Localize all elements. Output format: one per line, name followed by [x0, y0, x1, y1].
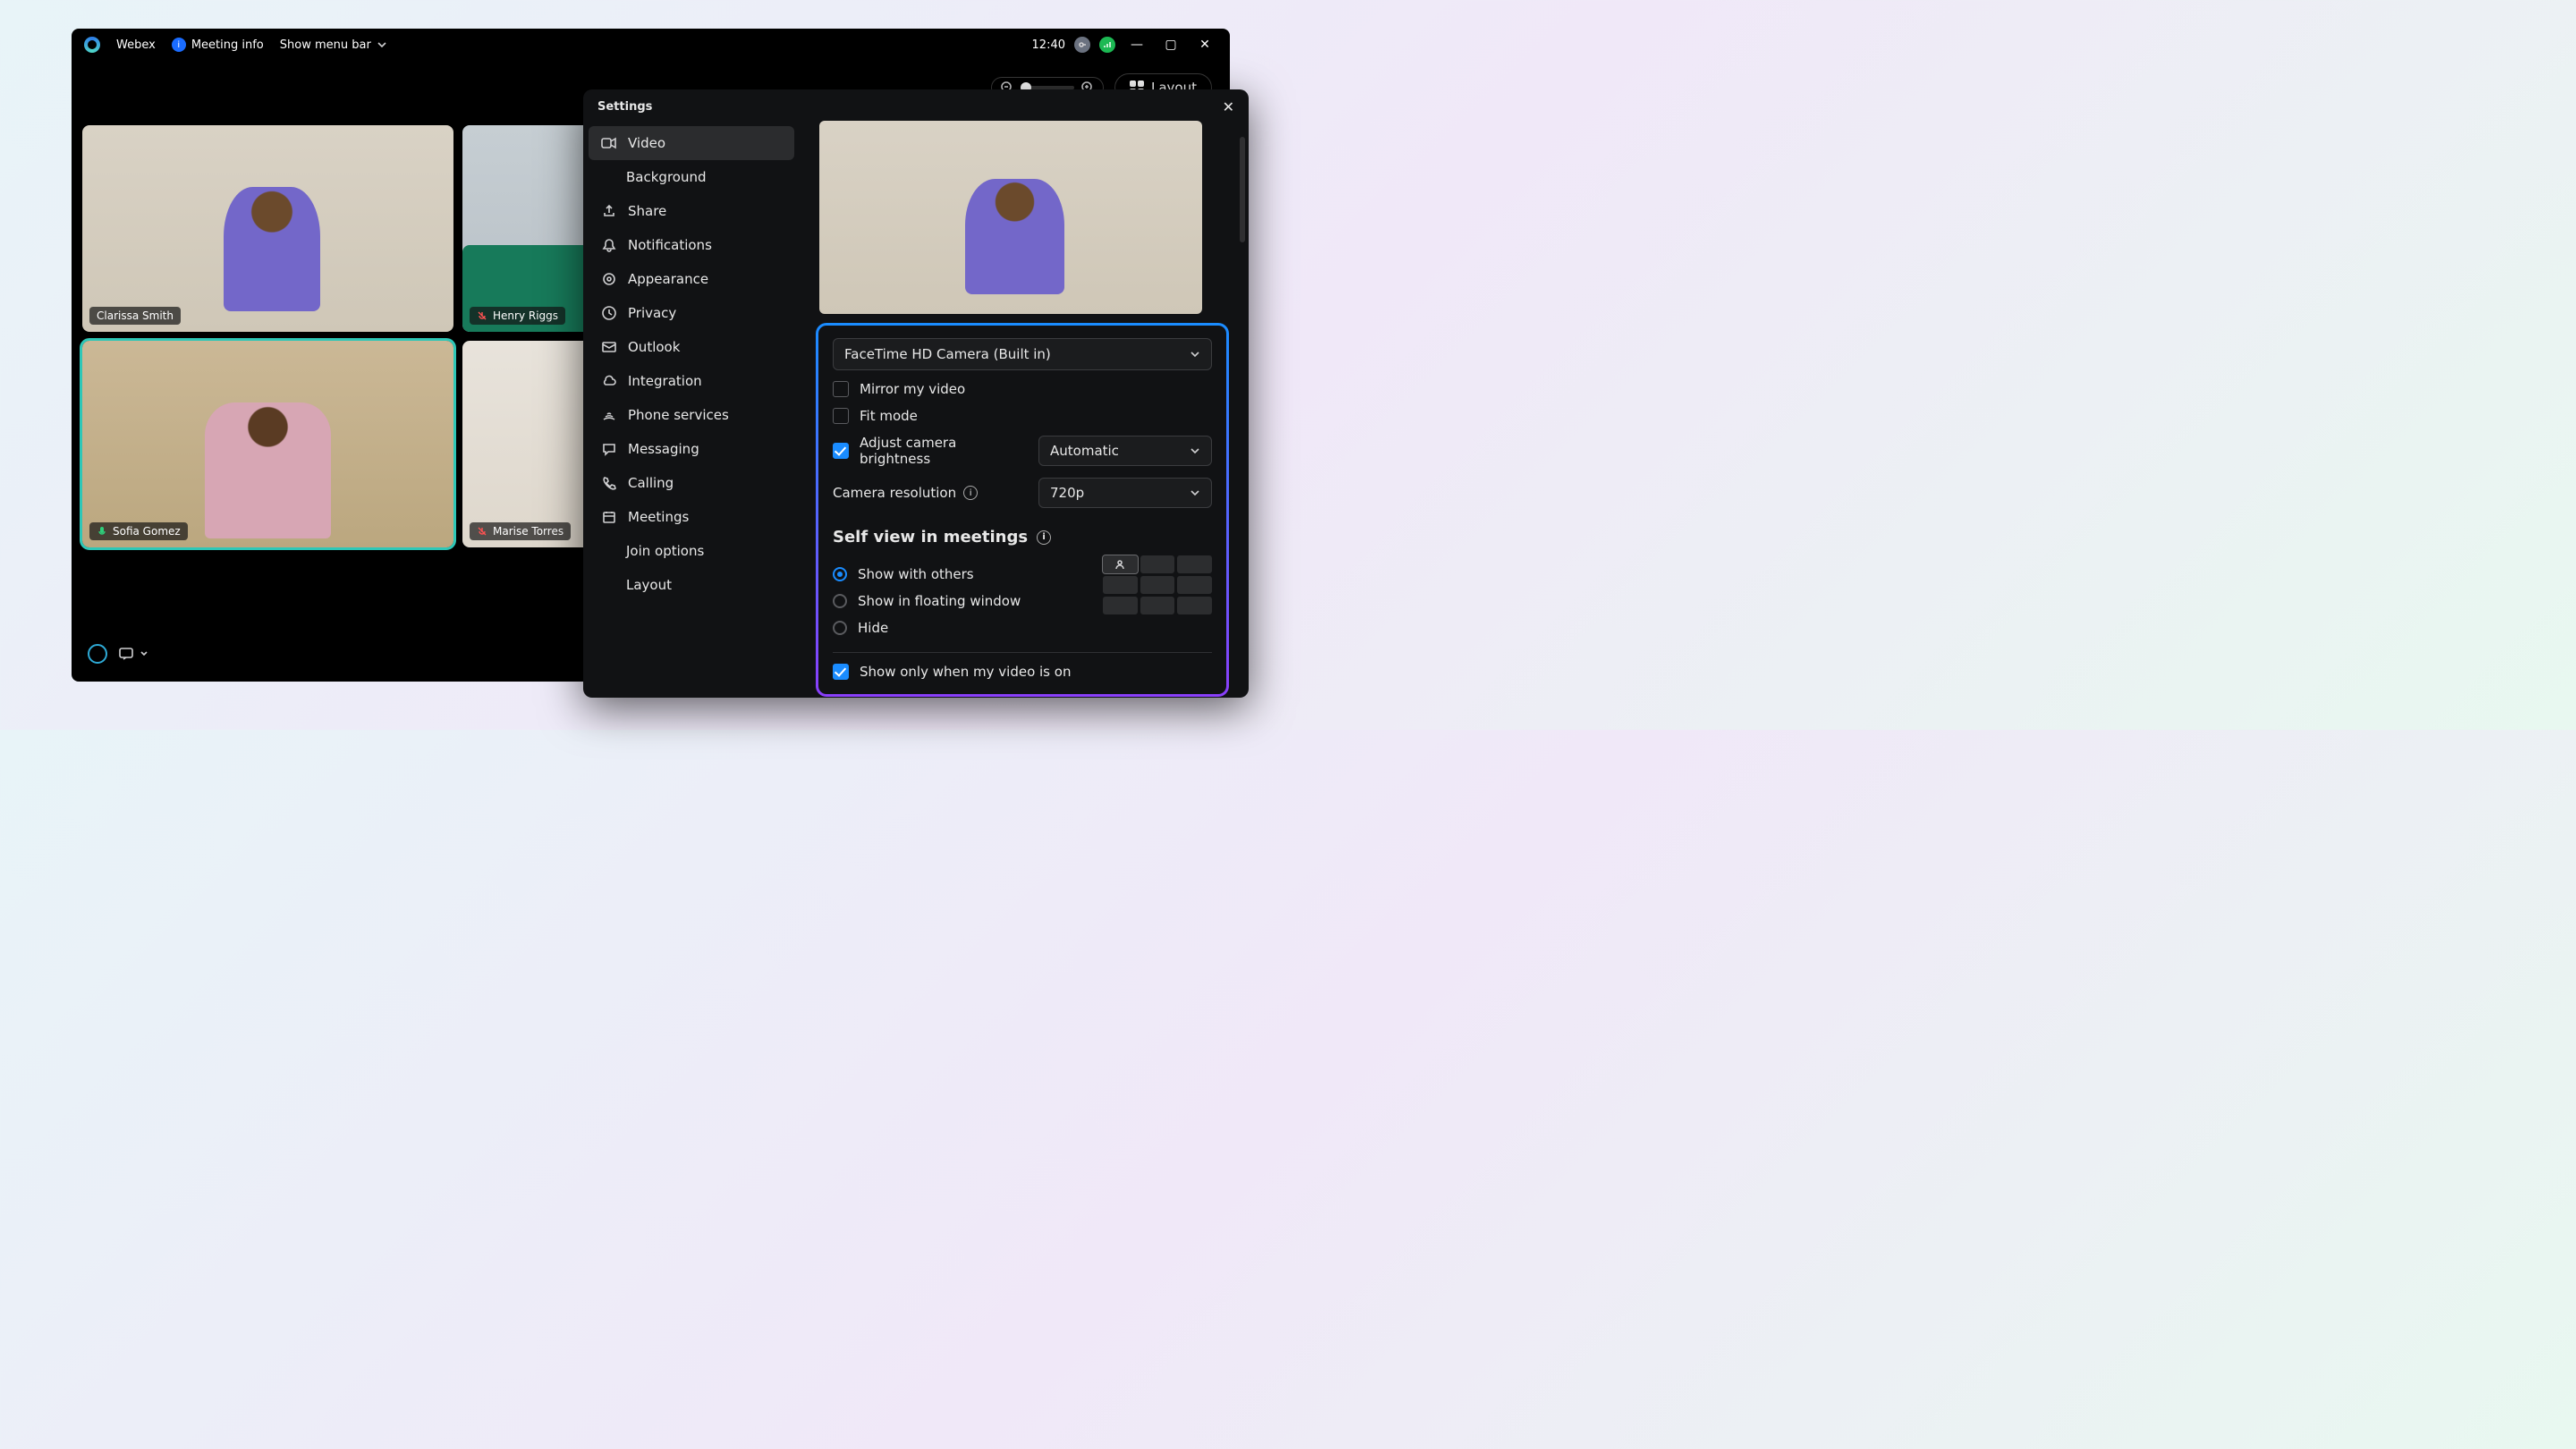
- nav-join-options[interactable]: Join options: [589, 534, 794, 568]
- network-indicator-icon[interactable]: [1099, 37, 1115, 53]
- settings-panel: Settings ✕ Video Background Share Notifi…: [583, 89, 1249, 698]
- video-feed: [819, 121, 1202, 314]
- camera-preview: [819, 121, 1202, 314]
- nav-privacy[interactable]: Privacy: [589, 296, 794, 330]
- settings-nav: Video Background Share Notifications App…: [583, 121, 801, 698]
- video-feed: [82, 125, 453, 332]
- selfview-slot-8[interactable]: [1140, 597, 1175, 614]
- key-indicator-icon[interactable]: [1074, 37, 1090, 53]
- selfview-slot-7[interactable]: [1103, 597, 1138, 614]
- selfview-slot-1[interactable]: [1103, 555, 1138, 573]
- fit-mode-checkbox[interactable]: Fit mode: [833, 408, 1212, 424]
- person-icon: [1114, 559, 1125, 570]
- chevron-down-icon: [1190, 487, 1200, 498]
- radio-icon: [833, 567, 847, 581]
- chevron-down-icon: [1190, 445, 1200, 456]
- nav-notifications[interactable]: Notifications: [589, 228, 794, 262]
- divider: [833, 652, 1212, 653]
- video-feed: [82, 341, 453, 547]
- selfview-slot-4[interactable]: [1103, 576, 1138, 594]
- checkbox-icon: [833, 443, 849, 459]
- settings-close-button[interactable]: ✕: [1223, 98, 1234, 115]
- cloud-icon: [601, 373, 617, 389]
- scrollbar[interactable]: [1240, 137, 1245, 242]
- radio-icon: [833, 621, 847, 635]
- chat-button[interactable]: [118, 646, 148, 662]
- checkbox-icon: [833, 408, 849, 424]
- nav-share[interactable]: Share: [589, 194, 794, 228]
- webex-logo-icon: [84, 37, 100, 53]
- resolution-select[interactable]: 720p: [1038, 478, 1212, 508]
- participant-name-pill: Sofia Gomez: [89, 522, 188, 540]
- titlebar: Webex i Meeting info Show menu bar 12:40…: [72, 29, 1230, 61]
- phone-signal-icon: [601, 407, 617, 423]
- camera-select[interactable]: FaceTime HD Camera (Built in): [833, 338, 1212, 370]
- nav-phone[interactable]: Phone services: [589, 398, 794, 432]
- selfview-hide-radio[interactable]: Hide: [833, 620, 1087, 636]
- mic-on-icon: [97, 526, 107, 537]
- checkbox-icon: [833, 664, 849, 680]
- mic-muted-icon: [477, 310, 487, 321]
- video-tile-sofia[interactable]: Sofia Gomez: [82, 341, 453, 547]
- nav-video[interactable]: Video: [589, 126, 794, 160]
- maximize-button[interactable]: ▢: [1158, 38, 1183, 52]
- settings-title: Settings: [597, 100, 652, 114]
- privacy-icon: [601, 305, 617, 321]
- show-menubar-button[interactable]: Show menu bar: [280, 38, 387, 52]
- nav-outlook[interactable]: Outlook: [589, 330, 794, 364]
- assistant-icon[interactable]: [88, 644, 107, 664]
- minimize-button[interactable]: —: [1124, 38, 1149, 52]
- selfview-with-others-radio[interactable]: Show with others: [833, 566, 1087, 582]
- selfview-position-grid[interactable]: [1103, 555, 1212, 614]
- app-name: Webex: [116, 38, 156, 52]
- camera-resolution-label: Camera resolution: [833, 485, 956, 501]
- nav-integration[interactable]: Integration: [589, 364, 794, 398]
- video-settings-group: FaceTime HD Camera (Built in) Mirror my …: [816, 323, 1229, 697]
- outlook-icon: [601, 339, 617, 355]
- info-icon[interactable]: i: [963, 486, 978, 500]
- participant-name-pill: Clarissa Smith: [89, 307, 181, 325]
- chat-icon: [118, 646, 134, 662]
- selfview-slot-6[interactable]: [1177, 576, 1212, 594]
- messaging-icon: [601, 441, 617, 457]
- chevron-down-icon: [377, 39, 387, 50]
- settings-content: FaceTime HD Camera (Built in) Mirror my …: [801, 121, 1249, 698]
- close-button[interactable]: ✕: [1192, 38, 1217, 52]
- nav-appearance[interactable]: Appearance: [589, 262, 794, 296]
- calendar-icon: [601, 509, 617, 525]
- clock: 12:40: [1032, 38, 1065, 52]
- info-icon: i: [172, 38, 186, 52]
- chevron-down-icon: [140, 649, 148, 658]
- selfview-slot-2[interactable]: [1140, 555, 1175, 573]
- nav-layout[interactable]: Layout: [589, 568, 794, 602]
- video-tile-clarissa[interactable]: Clarissa Smith: [82, 125, 453, 332]
- participant-name-pill: Henry Riggs: [470, 307, 565, 325]
- info-icon[interactable]: i: [1037, 530, 1051, 545]
- checkbox-icon: [833, 381, 849, 397]
- bell-icon: [601, 237, 617, 253]
- nav-meetings[interactable]: Meetings: [589, 500, 794, 534]
- selfview-heading: Self view in meetings i: [833, 528, 1212, 547]
- appearance-icon: [601, 271, 617, 287]
- share-icon: [601, 203, 617, 219]
- selfview-slot-9[interactable]: [1177, 597, 1212, 614]
- mic-muted-icon: [477, 526, 487, 537]
- camera-icon: [601, 135, 617, 151]
- participant-name-pill: Marise Torres: [470, 522, 571, 540]
- chevron-down-icon: [1190, 349, 1200, 360]
- selfview-floating-radio[interactable]: Show in floating window: [833, 593, 1087, 609]
- mirror-video-checkbox[interactable]: Mirror my video: [833, 381, 1212, 397]
- brightness-mode-select[interactable]: Automatic: [1038, 436, 1212, 466]
- nav-messaging[interactable]: Messaging: [589, 432, 794, 466]
- only-when-video-on-checkbox[interactable]: Show only when my video is on: [833, 664, 1212, 680]
- nav-background[interactable]: Background: [589, 160, 794, 194]
- phone-icon: [601, 475, 617, 491]
- radio-icon: [833, 594, 847, 608]
- selfview-slot-5[interactable]: [1140, 576, 1175, 594]
- brightness-checkbox[interactable]: Adjust camera brightness: [833, 435, 1024, 467]
- meeting-info-button[interactable]: i Meeting info: [172, 38, 264, 52]
- nav-calling[interactable]: Calling: [589, 466, 794, 500]
- selfview-slot-3[interactable]: [1177, 555, 1212, 573]
